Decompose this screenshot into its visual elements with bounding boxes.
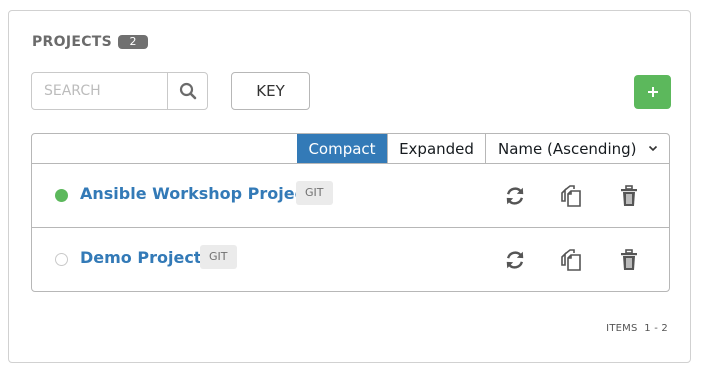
items-label: ITEMS	[606, 323, 638, 334]
scm-type-tag: GIT	[200, 245, 237, 269]
status-success-icon	[55, 189, 68, 202]
list-toolbar: Compact Expanded Name (Ascending)	[32, 134, 669, 164]
sort-select-value: Name (Ascending)	[498, 139, 637, 158]
trash-icon[interactable]	[616, 247, 642, 273]
sort-select[interactable]: Name (Ascending)	[486, 134, 669, 163]
list-item: Demo Project GIT	[32, 228, 669, 291]
items-range: 1 - 2	[644, 323, 668, 334]
projects-panel: PROJECTS 2 KEY Compact Expanded Name (As…	[8, 10, 691, 363]
pagination-info: ITEMS 1 - 2	[606, 323, 668, 334]
copy-icon[interactable]	[559, 247, 585, 273]
chevron-down-icon	[648, 145, 658, 152]
search-input[interactable]	[32, 73, 167, 109]
search-icon	[179, 82, 196, 100]
trash-icon[interactable]	[616, 183, 642, 209]
expanded-view-button[interactable]: Expanded	[387, 134, 486, 163]
project-list: Compact Expanded Name (Ascending) Ansibl…	[31, 133, 670, 292]
copy-icon[interactable]	[559, 183, 585, 209]
sync-icon[interactable]	[502, 247, 528, 273]
panel-title: PROJECTS	[32, 34, 113, 50]
add-project-button[interactable]	[634, 75, 671, 109]
status-none-icon	[55, 253, 68, 266]
compact-view-button[interactable]: Compact	[297, 134, 387, 163]
search-box	[31, 72, 208, 110]
sync-icon[interactable]	[502, 183, 528, 209]
project-count-badge: 2	[118, 35, 148, 49]
plus-icon	[647, 87, 658, 97]
key-button[interactable]: KEY	[231, 72, 310, 110]
project-name-link[interactable]: Demo Project	[80, 248, 201, 267]
list-item: Ansible Workshop Project GIT	[32, 164, 669, 228]
project-name-link[interactable]: Ansible Workshop Project	[80, 184, 312, 203]
scm-type-tag: GIT	[296, 181, 333, 205]
search-button[interactable]	[167, 73, 207, 109]
